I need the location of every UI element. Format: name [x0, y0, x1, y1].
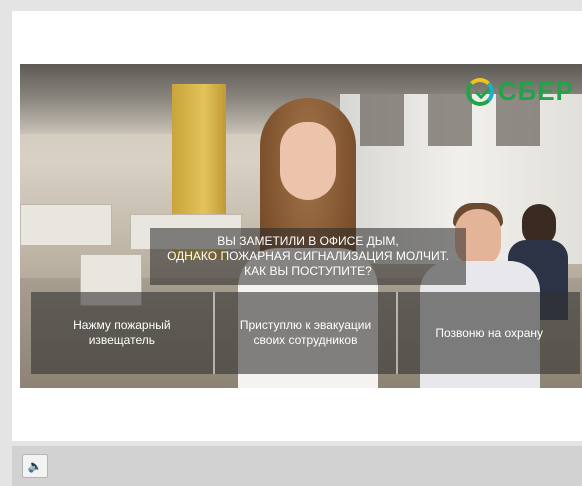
- office-desk: [20, 204, 112, 246]
- video-area: СБЕР ВЫ ЗАМЕТИЛИ В ОФИСЕ ДЫМ, ОДНАКО ПОЖ…: [20, 64, 582, 388]
- brand-name: СБЕР: [497, 76, 574, 106]
- sound-button[interactable]: 🔈: [22, 454, 48, 478]
- answer-option-call-security[interactable]: Позвоню на охрану: [398, 292, 581, 374]
- question-box: ВЫ ЗАМЕТИЛИ В ОФИСЕ ДЫМ, ОДНАКО ПОЖАРНАЯ…: [150, 228, 466, 285]
- brand-logo: СБЕР: [465, 76, 574, 107]
- question-text: ВЫ ЗАМЕТИЛИ В ОФИСЕ ДЫМ, ОДНАКО ПОЖАРНАЯ…: [167, 234, 449, 278]
- answer-option-evacuate[interactable]: Приступлю к эвакуации своих сотрудников: [214, 292, 399, 374]
- speaker-icon: 🔈: [27, 459, 43, 473]
- sber-logo-icon: [465, 77, 494, 106]
- answer-options: Нажму пожарный извещатель Приступлю к эв…: [31, 292, 581, 374]
- player-control-bar: 🔈: [12, 446, 582, 486]
- answer-option-fire-alarm[interactable]: Нажму пожарный извещатель: [31, 292, 215, 374]
